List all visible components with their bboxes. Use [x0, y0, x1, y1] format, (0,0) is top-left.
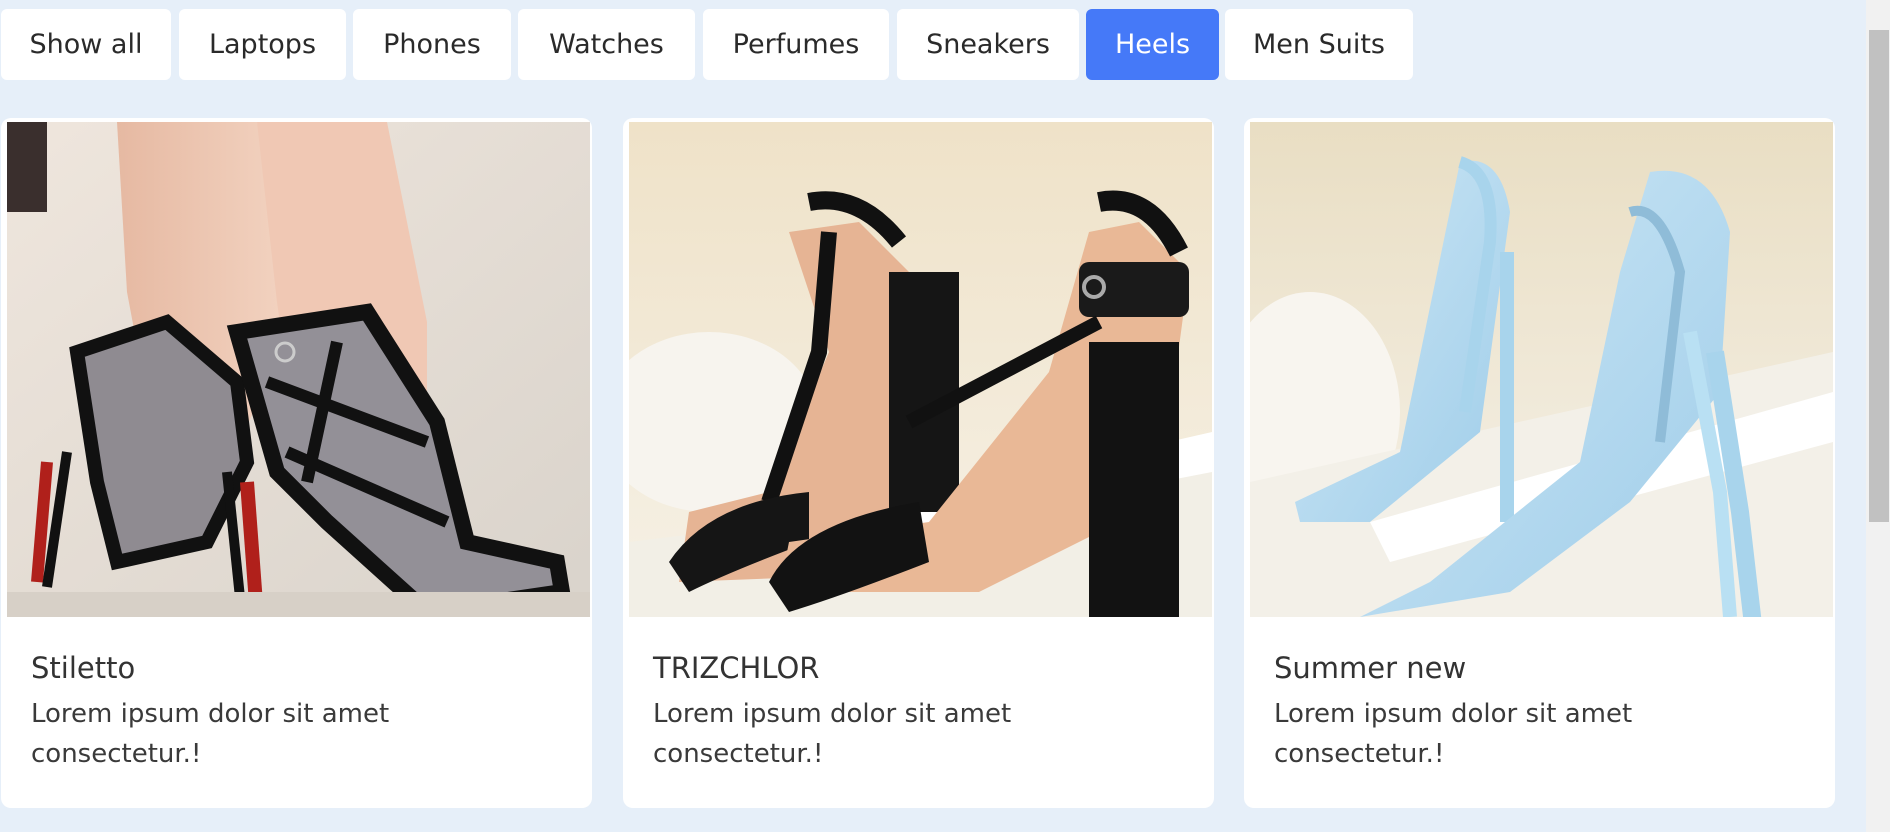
- vertical-scrollbar-thumb[interactable]: [1869, 30, 1889, 522]
- filter-show-all-button[interactable]: Show all: [1, 9, 171, 80]
- product-card[interactable]: TRIZCHLOR Lorem ipsum dolor sit amet con…: [623, 118, 1214, 808]
- page: Show all Laptops Phones Watches Perfumes…: [0, 0, 1890, 832]
- product-title: Summer new: [1274, 651, 1467, 685]
- filter-watches-button[interactable]: Watches: [518, 9, 695, 80]
- product-image-light-blue-pumps: [1250, 122, 1833, 617]
- product-title: Stiletto: [31, 651, 136, 685]
- product-description: Lorem ipsum dolor sit amet consectetur.!: [31, 699, 390, 769]
- filter-heels-button[interactable]: Heels: [1086, 9, 1219, 80]
- filter-perfumes-button[interactable]: Perfumes: [703, 9, 889, 80]
- product-card[interactable]: Summer new Lorem ipsum dolor sit amet co…: [1244, 118, 1835, 808]
- filter-phones-button[interactable]: Phones: [353, 9, 511, 80]
- product-description: Lorem ipsum dolor sit amet consectetur.!: [653, 699, 1012, 769]
- filter-men-suits-button[interactable]: Men Suits: [1225, 9, 1413, 80]
- filter-sneakers-button[interactable]: Sneakers: [897, 9, 1079, 80]
- product-description: Lorem ipsum dolor sit amet consectetur.!: [1274, 699, 1633, 769]
- product-title: TRIZCHLOR: [653, 651, 820, 685]
- filter-laptops-button[interactable]: Laptops: [179, 9, 346, 80]
- product-image-black-block-heels: [629, 122, 1212, 617]
- product-image-black-strappy-heels: [7, 122, 590, 617]
- product-card[interactable]: Stiletto Lorem ipsum dolor sit amet cons…: [1, 118, 592, 808]
